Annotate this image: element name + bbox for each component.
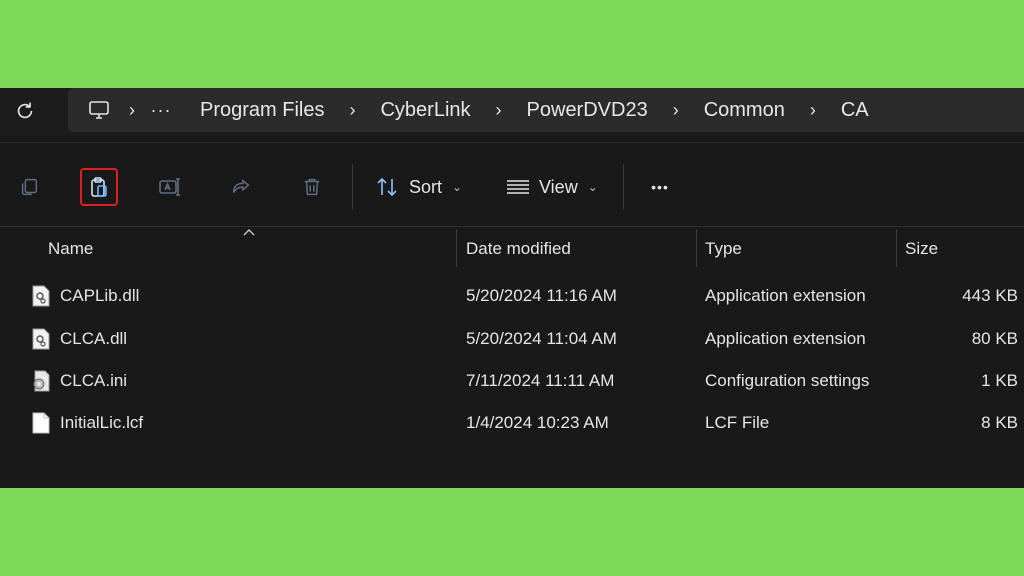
address-bar[interactable]: › ··· Program Files › CyberLink › PowerD…: [68, 88, 1024, 132]
copy-button[interactable]: [10, 168, 48, 206]
settings-file-icon: [33, 370, 50, 392]
file-type: Application extension: [705, 286, 866, 305]
breadcrumb-program-files[interactable]: Program Files: [188, 93, 336, 127]
dll-file-icon: [32, 285, 50, 307]
command-bar: Sort ⌄ View ⌄ •••: [0, 158, 1024, 214]
file-size: 8 KB: [981, 413, 1018, 432]
refresh-button[interactable]: [8, 94, 42, 128]
file-type: LCF File: [705, 413, 770, 432]
breadcrumb-common[interactable]: Common: [692, 93, 797, 127]
breadcrumb-separator: ›: [495, 99, 502, 120]
clipboard-icon: [91, 177, 107, 197]
view-list-icon: [507, 180, 529, 194]
breadcrumb-separator: ›: [129, 99, 135, 120]
file-type: Application extension: [705, 329, 866, 348]
copy-icon: [21, 178, 38, 196]
column-resize-handle[interactable]: [896, 229, 897, 267]
delete-button[interactable]: [293, 168, 331, 206]
share-button[interactable]: [222, 168, 260, 206]
column-resize-handle[interactable]: [696, 229, 697, 267]
file-size: 443 KB: [962, 286, 1018, 305]
file-row[interactable]: InitialLic.lcf 1/4/2024 10:23 AM LCF Fil…: [0, 402, 1024, 444]
paste-button[interactable]: [80, 168, 118, 206]
toolbar-divider: [352, 164, 353, 210]
file-date: 7/11/2024 11:11 AM: [466, 371, 615, 390]
blank-file-icon: [32, 412, 50, 434]
file-explorer-window: › ··· Program Files › CyberLink › PowerD…: [0, 88, 1024, 488]
file-name: CLCA.dll: [60, 329, 128, 348]
view-label: View: [539, 176, 578, 197]
column-header-size[interactable]: Size: [905, 227, 938, 271]
breadcrumb-cyberlink[interactable]: CyberLink: [368, 93, 482, 127]
monitor-icon: [89, 101, 109, 119]
sort-icon: [377, 177, 397, 197]
file-row[interactable]: CAPLib.dll 5/20/2024 11:16 AM Applicatio…: [0, 275, 1024, 317]
refresh-icon: [17, 102, 33, 119]
column-header-name[interactable]: Name: [48, 227, 93, 271]
sort-menu-button[interactable]: Sort ⌄: [375, 168, 462, 206]
file-name: CLCA.ini: [60, 371, 128, 390]
file-row[interactable]: CLCA.ini 7/11/2024 11:11 AM Configuratio…: [0, 360, 1024, 402]
address-divider: [0, 142, 1024, 143]
file-date: 1/4/2024 10:23 AM: [466, 413, 609, 432]
breadcrumb-ca[interactable]: CA: [829, 93, 881, 127]
share-icon: [232, 179, 250, 193]
file-row[interactable]: CLCA.dll 5/20/2024 11:04 AM Application …: [0, 318, 1024, 360]
breadcrumb-separator: ›: [809, 99, 816, 120]
file-size: 1 KB: [981, 371, 1018, 390]
breadcrumb-overflow-button[interactable]: ···: [148, 93, 174, 127]
breadcrumb-separator: ›: [349, 99, 356, 120]
file-name: InitialLic.lcf: [60, 413, 144, 432]
column-header-row: Name Date modified Type Size: [0, 227, 1024, 271]
rename-button[interactable]: [151, 168, 189, 206]
address-row: › ··· Program Files › CyberLink › PowerD…: [0, 88, 1024, 136]
this-pc-button[interactable]: [82, 93, 116, 127]
file-date: 5/20/2024 11:16 AM: [466, 286, 617, 305]
view-menu-button[interactable]: View ⌄: [505, 168, 598, 206]
column-resize-handle[interactable]: [456, 229, 457, 267]
file-date: 5/20/2024 11:04 AM: [466, 329, 617, 348]
column-header-date[interactable]: Date modified: [466, 227, 571, 271]
toolbar-divider: [623, 164, 624, 210]
sort-label: Sort: [409, 176, 443, 197]
rename-icon: [159, 178, 180, 196]
file-type: Configuration settings: [705, 371, 870, 390]
file-size: 80 KB: [971, 329, 1018, 348]
breadcrumb-powerdvd23[interactable]: PowerDVD23: [515, 93, 660, 127]
file-name: CAPLib.dll: [60, 286, 140, 305]
chevron-down-icon: ⌄: [452, 180, 463, 194]
more-options-button[interactable]: •••: [640, 168, 680, 206]
column-header-type[interactable]: Type: [705, 227, 742, 271]
breadcrumb-separator: ›: [672, 99, 679, 120]
trash-icon: [304, 178, 320, 196]
chevron-down-icon: ⌄: [587, 180, 598, 194]
dll-file-icon: [32, 328, 50, 350]
